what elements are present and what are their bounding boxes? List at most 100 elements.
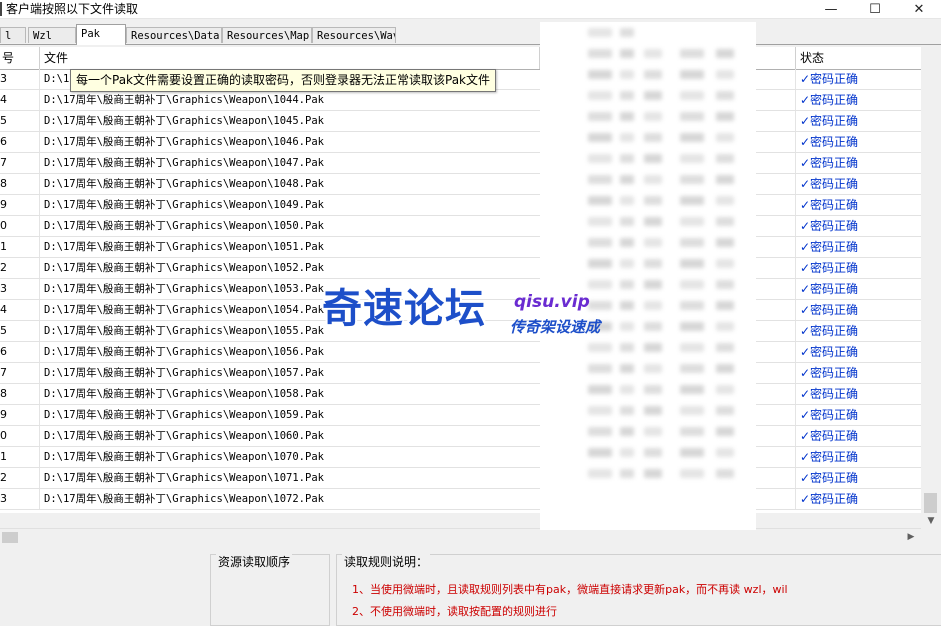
redacted-block <box>620 385 634 394</box>
redacted-block <box>588 91 612 100</box>
table-row[interactable]: 6 D:\17周年\殷商王朝补丁\Graphics\Weapon\1046.Pak… <box>0 132 921 153</box>
row-number: 5 <box>0 321 40 341</box>
row-file-path: D:\17周年\殷商王朝补丁\Graphics\Weapon\1044.Pak <box>40 90 545 110</box>
row-number: 1 <box>0 447 40 467</box>
redacted-block <box>588 385 612 394</box>
row-file-path: D:\17周年\殷商王朝补丁\Graphics\Weapon\1046.Pak <box>40 132 545 152</box>
redacted-block <box>716 175 734 184</box>
redacted-block <box>716 217 734 226</box>
bottom-panel: 资源读取顺序 读取规则说明： 1、当使用微端时，且读取规则列表中有pak，微端直… <box>0 546 941 626</box>
redacted-block <box>644 448 662 457</box>
redacted-block <box>644 175 662 184</box>
redacted-block <box>680 448 704 457</box>
table-row[interactable]: 8 D:\17周年\殷商王朝补丁\Graphics\Weapon\1058.Pak… <box>0 384 921 405</box>
redacted-block <box>716 196 734 205</box>
tab-wzl[interactable]: Wzl <box>28 27 76 43</box>
read-order-title: 资源读取顺序 <box>216 553 293 570</box>
watermark-url: qisu.vip <box>514 292 590 312</box>
rule-item-1: 1、当使用微端时，且读取规则列表中有pak，微端直接请求更新pak，而不再读 w… <box>352 583 788 596</box>
redacted-block <box>680 238 704 247</box>
row-file-path: D:\17周年\殷商王朝补丁\Graphics\Weapon\1072.Pak <box>40 489 545 509</box>
table-row[interactable]: 3 D:\17周年\殷商王朝补丁\Graphics\Weapon\1072.Pak… <box>0 489 921 510</box>
column-header-file[interactable]: 文件 <box>40 47 540 69</box>
redacted-block <box>620 343 634 352</box>
row-status: ✓密码正确 <box>800 114 859 128</box>
table-row[interactable]: 9 D:\17周年\殷商王朝补丁\Graphics\Weapon\1059.Pak… <box>0 405 921 426</box>
redacted-block <box>680 196 704 205</box>
table-row[interactable]: 4 D:\17周年\殷商王朝补丁\Graphics\Weapon\1044.Pak… <box>0 90 921 111</box>
row-number: 4 <box>0 300 40 320</box>
redacted-block <box>716 70 734 79</box>
row-status: ✓密码正确 <box>800 492 859 506</box>
redacted-block <box>716 469 734 478</box>
redacted-block <box>716 406 734 415</box>
redacted-block <box>644 427 662 436</box>
redacted-block <box>644 469 662 478</box>
table-row[interactable]: 2 D:\17周年\殷商王朝补丁\Graphics\Weapon\1071.Pak… <box>0 468 921 489</box>
row-file-path: D:\17周年\殷商王朝补丁\Graphics\Weapon\1050.Pak <box>40 216 545 236</box>
row-file-path: D:\17周年\殷商王朝补丁\Graphics\Weapon\1049.Pak <box>40 195 545 215</box>
tab-resources-wav[interactable]: Resources\Wav <box>312 27 396 43</box>
redacted-block <box>620 196 634 205</box>
redacted-block <box>680 385 704 394</box>
redacted-block <box>620 322 634 331</box>
tooltip: 每一个Pak文件需要设置正确的读取密码，否则登录器无法正常读取该Pak文件 <box>70 69 497 92</box>
redacted-block <box>620 448 634 457</box>
redacted-block <box>620 175 634 184</box>
redacted-block <box>680 217 704 226</box>
table-row[interactable]: 0 D:\17周年\殷商王朝补丁\Graphics\Weapon\1060.Pak… <box>0 426 921 447</box>
scroll-down-arrow-icon[interactable]: ▼ <box>921 513 941 530</box>
table-row[interactable]: 9 D:\17周年\殷商王朝补丁\Graphics\Weapon\1049.Pak… <box>0 195 921 216</box>
scroll-right-arrow-icon[interactable]: ▶ <box>902 529 920 546</box>
redacted-block <box>680 112 704 121</box>
tab-pak[interactable]: Pak <box>76 24 126 45</box>
table-row[interactable]: 0 D:\17周年\殷商王朝补丁\Graphics\Weapon\1050.Pak… <box>0 216 921 237</box>
row-number: 6 <box>0 132 40 152</box>
redacted-block <box>620 280 634 289</box>
redacted-block <box>680 406 704 415</box>
column-header-status[interactable]: 状态 <box>796 47 921 69</box>
table-row[interactable]: 1 D:\17周年\殷商王朝补丁\Graphics\Weapon\1070.Pak… <box>0 447 921 468</box>
redacted-block <box>588 28 612 37</box>
redacted-block <box>716 322 734 331</box>
redacted-block <box>588 112 612 121</box>
redacted-block <box>644 49 662 58</box>
tab-resources-map[interactable]: Resources\Map <box>222 27 312 43</box>
close-button[interactable]: ✕ <box>896 0 941 18</box>
row-status: ✓密码正确 <box>800 282 859 296</box>
vertical-scrollbar[interactable]: ▼ <box>921 47 941 530</box>
table-row[interactable]: 7 D:\17周年\殷商王朝补丁\Graphics\Weapon\1057.Pak… <box>0 363 921 384</box>
redacted-block <box>588 175 612 184</box>
vertical-scroll-thumb[interactable] <box>924 493 937 513</box>
redacted-block <box>680 154 704 163</box>
tab-resources-data[interactable]: Resources\Data <box>126 27 222 43</box>
row-file-path: D:\17周年\殷商王朝补丁\Graphics\Weapon\1071.Pak <box>40 468 545 488</box>
redacted-block <box>620 112 634 121</box>
table-row[interactable]: 2 D:\17周年\殷商王朝补丁\Graphics\Weapon\1052.Pak… <box>0 258 921 279</box>
redacted-block <box>716 133 734 142</box>
column-header-no[interactable]: 号 <box>0 47 40 69</box>
row-status: ✓密码正确 <box>800 450 859 464</box>
redacted-block <box>588 448 612 457</box>
row-number: 3 <box>0 69 40 89</box>
horizontal-scrollbar[interactable]: ▶ <box>0 528 921 546</box>
redacted-block <box>620 301 634 310</box>
table-row[interactable]: 6 D:\17周年\殷商王朝补丁\Graphics\Weapon\1056.Pak… <box>0 342 921 363</box>
table-row[interactable]: 5 D:\17周年\殷商王朝补丁\Graphics\Weapon\1045.Pak… <box>0 111 921 132</box>
horizontal-scroll-thumb[interactable] <box>2 532 18 543</box>
row-number: 3 <box>0 279 40 299</box>
table-row[interactable]: 1 D:\17周年\殷商王朝补丁\Graphics\Weapon\1051.Pak… <box>0 237 921 258</box>
row-number: 7 <box>0 153 40 173</box>
row-status: ✓密码正确 <box>800 135 859 149</box>
redacted-block <box>620 70 634 79</box>
table-row[interactable]: 8 D:\17周年\殷商王朝补丁\Graphics\Weapon\1048.Pak… <box>0 174 921 195</box>
redacted-block <box>644 280 662 289</box>
tab-strip: l Wzl Pak Resources\Data Resources\Map R… <box>0 24 941 45</box>
redacted-block <box>716 259 734 268</box>
watermark-logo: 奇速论坛 <box>322 286 486 332</box>
minimize-button[interactable]: — <box>808 0 854 18</box>
tab-l[interactable]: l <box>0 27 26 43</box>
maximize-button[interactable]: ☐ <box>852 0 898 18</box>
row-number: 5 <box>0 111 40 131</box>
table-row[interactable]: 7 D:\17周年\殷商王朝补丁\Graphics\Weapon\1047.Pak… <box>0 153 921 174</box>
